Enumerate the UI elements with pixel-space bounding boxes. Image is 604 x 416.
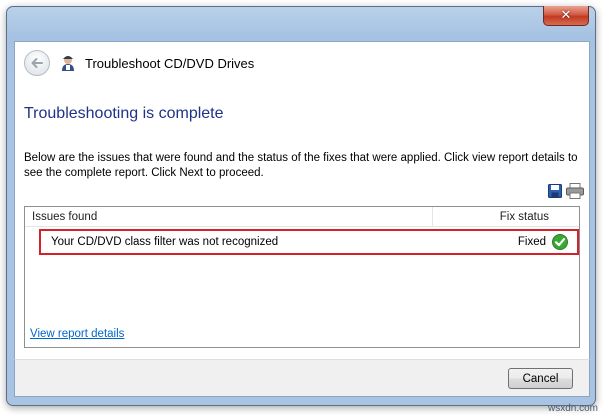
print-icon[interactable]: [566, 183, 584, 199]
fix-status-text: Fixed: [517, 236, 546, 248]
watermark-text: wsxdn.com: [547, 403, 598, 414]
save-icon[interactable]: [548, 184, 562, 198]
column-header-issues[interactable]: Issues found: [32, 211, 97, 223]
issue-text: Your CD/DVD class filter was not recogni…: [51, 236, 279, 248]
close-icon: ✕: [560, 8, 572, 23]
table-row[interactable]: Your CD/DVD class filter was not recogni…: [39, 229, 579, 255]
troubleshooter-icon: [62, 56, 74, 71]
view-report-details-link[interactable]: View report details: [30, 328, 124, 340]
close-button[interactable]: ✕: [543, 6, 589, 26]
column-header-fix-status[interactable]: Fix status: [500, 211, 549, 223]
check-icon: [552, 234, 568, 250]
footer-bar: Cancel: [14, 359, 590, 397]
dialog-window: ✕ Troubleshoot CD/DVD Drives Troubleshoo…: [6, 6, 596, 406]
column-divider[interactable]: [432, 207, 433, 227]
issues-table: Issues found Fix status Your CD/DVD clas…: [24, 206, 580, 348]
cancel-button[interactable]: Cancel: [508, 368, 573, 389]
description-text: Below are the issues that were found and…: [24, 152, 578, 179]
window-title: Troubleshoot CD/DVD Drives: [85, 56, 255, 71]
back-arrow-icon: [31, 58, 43, 68]
page-heading: Troubleshooting is complete: [24, 105, 224, 122]
wizard-header: Troubleshoot CD/DVD Drives: [14, 41, 590, 83]
back-button[interactable]: [24, 50, 50, 76]
content-pane: Troubleshooting is complete Below are th…: [14, 83, 590, 359]
table-header: Issues found Fix status: [25, 207, 579, 227]
